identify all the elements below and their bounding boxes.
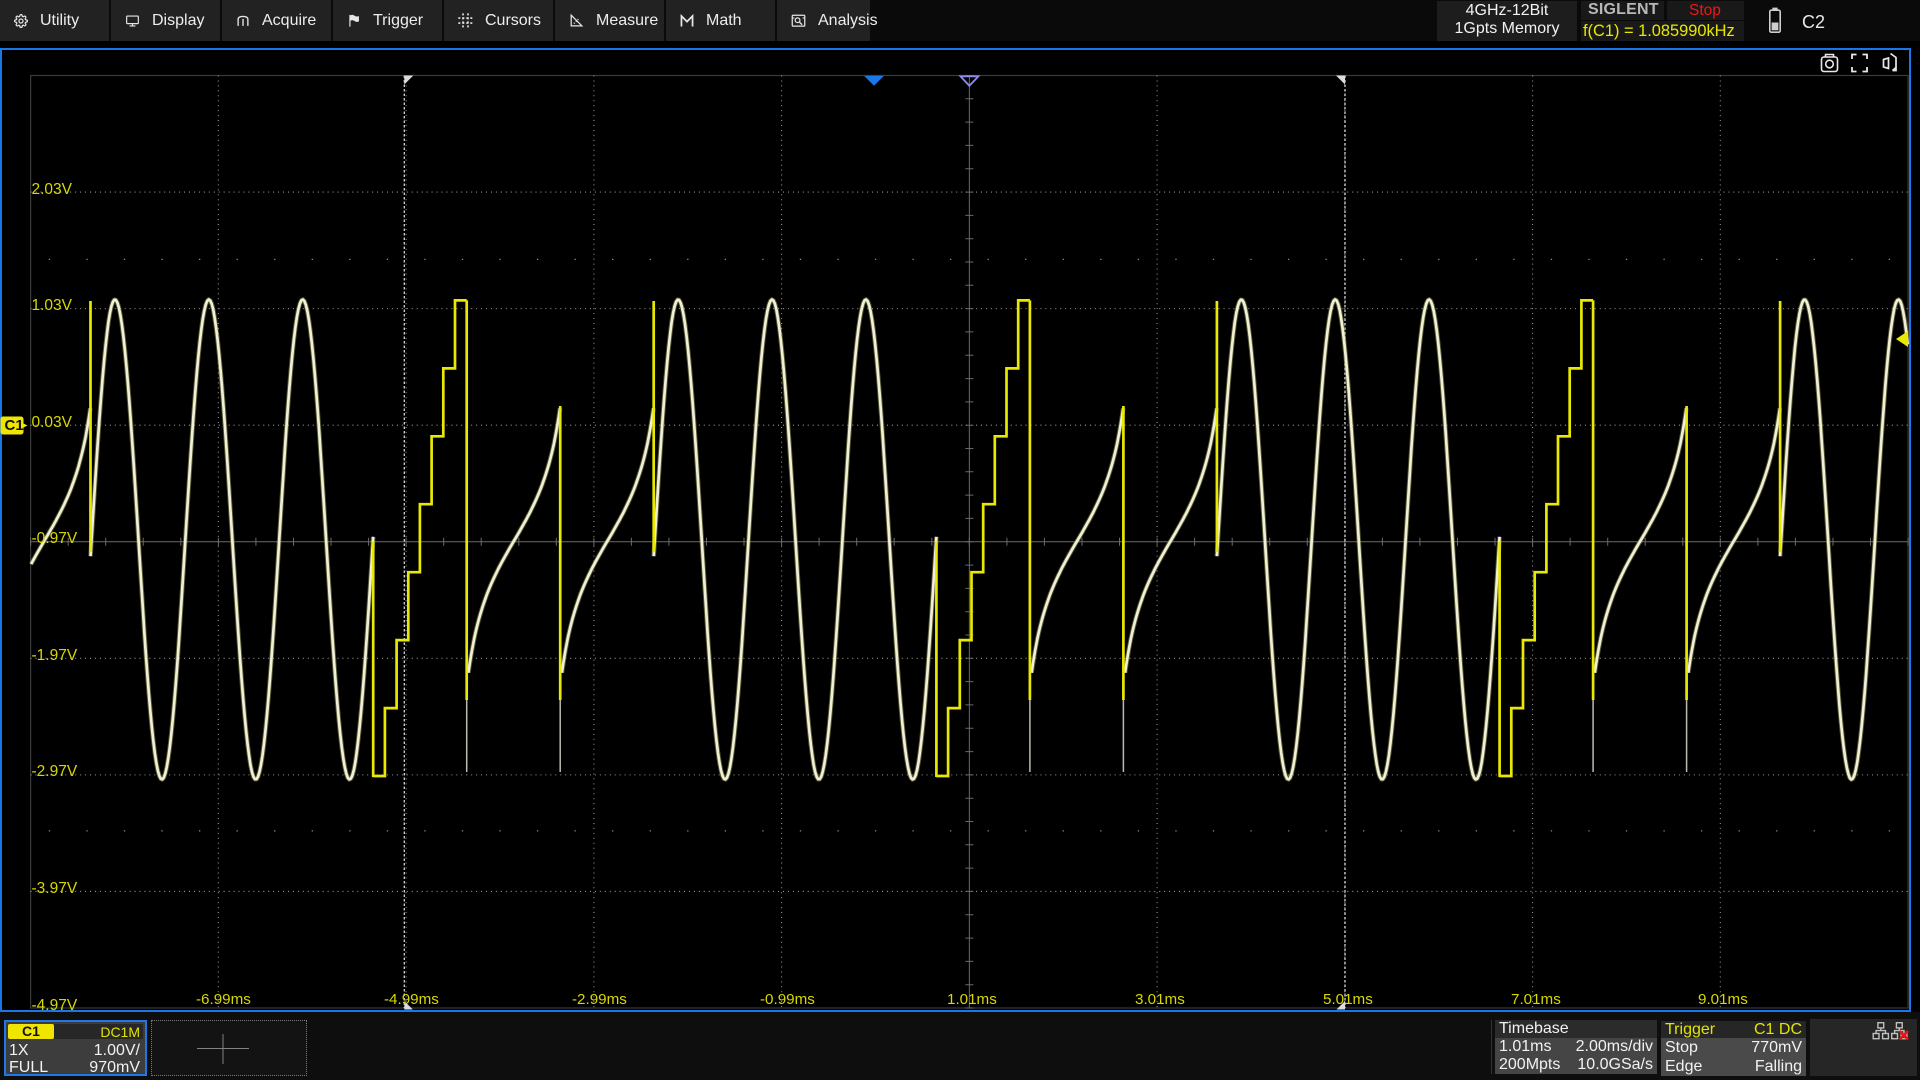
svg-text:3.01ms: 3.01ms <box>1135 991 1185 1008</box>
svg-text:-2.97V: -2.97V <box>32 763 78 780</box>
svg-text:-0.97V: -0.97V <box>32 530 78 547</box>
svg-text:-0.99ms: -0.99ms <box>760 991 815 1008</box>
svg-text:2.03V: 2.03V <box>32 181 73 198</box>
svg-text:-3.97V: -3.97V <box>32 880 78 897</box>
svg-text:9.01ms: 9.01ms <box>1698 991 1748 1008</box>
svg-text:0.03V: 0.03V <box>32 414 73 431</box>
svg-text:-4.99ms: -4.99ms <box>384 991 439 1008</box>
svg-text:1.01ms: 1.01ms <box>947 991 997 1008</box>
svg-text:1.03V: 1.03V <box>32 297 73 314</box>
svg-text:5.01ms: 5.01ms <box>1323 991 1373 1008</box>
svg-text:-1.97V: -1.97V <box>32 647 78 664</box>
svg-text:-4.97V: -4.97V <box>32 997 78 1012</box>
svg-text:-2.99ms: -2.99ms <box>572 991 627 1008</box>
svg-text:7.01ms: 7.01ms <box>1511 991 1561 1008</box>
svg-text:-6.99ms: -6.99ms <box>196 991 251 1008</box>
svg-text:C1: C1 <box>5 417 24 434</box>
